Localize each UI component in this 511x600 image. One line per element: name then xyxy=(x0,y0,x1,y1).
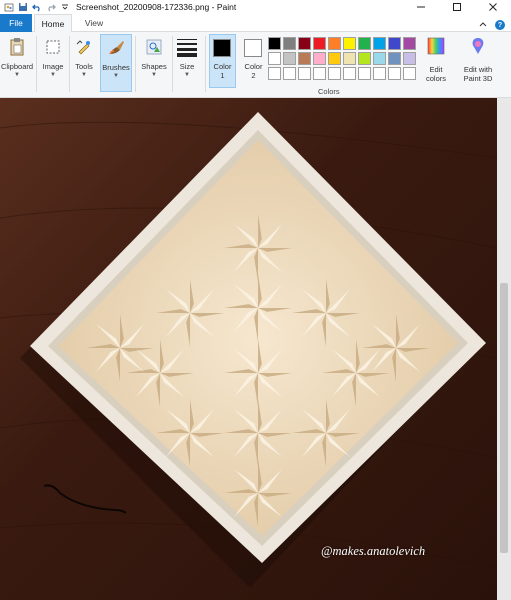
chevron-down-icon: ▼ xyxy=(184,72,190,78)
color2-swatch xyxy=(244,39,262,57)
quick-access-toolbar xyxy=(0,0,70,14)
clipboard-label: Clipboard xyxy=(0,62,34,71)
chevron-down-icon: ▼ xyxy=(151,72,157,78)
color1-label: Color 1 xyxy=(213,62,232,80)
watermark-text: @makes.anatolevich xyxy=(321,544,426,558)
palette-swatch[interactable] xyxy=(388,52,401,65)
palette-swatch[interactable] xyxy=(268,67,281,80)
window-controls xyxy=(403,0,511,14)
minimize-icon[interactable] xyxy=(403,0,439,14)
edit-colors-label: Edit colors xyxy=(425,65,446,83)
tools-label: Tools xyxy=(75,62,93,71)
paint3d-icon xyxy=(468,36,488,61)
brushes-button[interactable]: Brushes ▼ xyxy=(100,34,132,92)
shapes-group[interactable]: Shapes ▼ xyxy=(138,34,170,92)
divider xyxy=(135,36,136,92)
help-icon[interactable]: ? xyxy=(495,20,505,30)
palette-swatch[interactable] xyxy=(283,67,296,80)
image-select-icon xyxy=(42,36,64,58)
clipboard-group[interactable]: Clipboard ▼ xyxy=(0,34,34,92)
colors-group-label: Colors xyxy=(318,87,340,96)
shapes-icon xyxy=(143,36,165,58)
paint-window: Screenshot_20200908-172336.png - Paint F… xyxy=(0,0,511,600)
palette-swatch[interactable] xyxy=(358,37,371,50)
maximize-icon[interactable] xyxy=(439,0,475,14)
palette-swatch[interactable] xyxy=(373,52,386,65)
image-group[interactable]: Image ▼ xyxy=(38,34,68,92)
tab-view[interactable]: View xyxy=(76,14,112,32)
chevron-down-icon: ▼ xyxy=(113,73,119,79)
vertical-scrollbar[interactable] xyxy=(497,98,511,600)
palette-swatch[interactable] xyxy=(403,67,416,80)
palette-swatch[interactable] xyxy=(283,52,296,65)
chevron-down-icon: ▼ xyxy=(14,72,20,78)
color-palette xyxy=(268,37,416,80)
divider xyxy=(36,36,37,92)
palette-swatch[interactable] xyxy=(313,37,326,50)
palette-swatch[interactable] xyxy=(313,67,326,80)
clipboard-icon xyxy=(6,36,28,58)
palette-swatch[interactable] xyxy=(328,37,341,50)
palette-swatch[interactable] xyxy=(298,37,311,50)
palette-swatch[interactable] xyxy=(373,67,386,80)
size-button[interactable]: Size ▼ xyxy=(173,34,201,92)
wood-carving-photo xyxy=(0,98,497,600)
ribbon-tab-row: File Home View ? xyxy=(0,14,511,33)
palette-swatch[interactable] xyxy=(358,67,371,80)
color1-swatch xyxy=(213,39,231,57)
divider xyxy=(205,36,206,92)
palette-swatch[interactable] xyxy=(388,37,401,50)
tools-icon xyxy=(73,36,95,58)
undo-icon[interactable] xyxy=(31,2,42,13)
chevron-down-icon: ▼ xyxy=(81,72,87,78)
close-icon[interactable] xyxy=(475,0,511,14)
tab-home[interactable]: Home xyxy=(34,14,72,33)
canvas-area[interactable]: @makes.anatolevich xyxy=(0,98,511,600)
scrollbar-thumb[interactable] xyxy=(500,283,508,553)
tools-group[interactable]: Tools ▼ xyxy=(70,34,98,92)
paint-app-icon xyxy=(3,2,14,13)
palette-swatch[interactable] xyxy=(388,67,401,80)
palette-swatch[interactable] xyxy=(313,52,326,65)
palette-swatch[interactable] xyxy=(358,52,371,65)
palette-swatch[interactable] xyxy=(328,52,341,65)
window-title: Screenshot_20200908-172336.png - Paint xyxy=(76,2,237,12)
palette-swatch[interactable] xyxy=(373,37,386,50)
brush-icon xyxy=(105,37,127,59)
shapes-label: Shapes xyxy=(141,62,167,71)
redo-icon[interactable] xyxy=(45,2,56,13)
edit-colors-icon xyxy=(426,36,446,61)
palette-swatch[interactable] xyxy=(268,52,281,65)
tab-file[interactable]: File xyxy=(0,14,32,32)
palette-swatch[interactable] xyxy=(268,37,281,50)
color2-label: Color 2 xyxy=(244,62,263,80)
palette-swatch[interactable] xyxy=(328,67,341,80)
chevron-down-icon: ▼ xyxy=(50,72,56,78)
edit-with-paint3d-button[interactable]: Edit with Paint 3D xyxy=(456,36,500,88)
customize-chevron-icon[interactable] xyxy=(59,2,70,13)
palette-swatch[interactable] xyxy=(283,37,296,50)
edit-paint3d-label: Edit with Paint 3D xyxy=(463,65,493,83)
palette-swatch[interactable] xyxy=(343,67,356,80)
image-label: Image xyxy=(42,62,64,71)
palette-swatch[interactable] xyxy=(298,52,311,65)
edit-colors-button[interactable]: Edit colors xyxy=(422,36,450,88)
palette-swatch[interactable] xyxy=(403,52,416,65)
line-size-icon xyxy=(176,36,198,58)
save-icon[interactable] xyxy=(17,2,28,13)
size-label: Size xyxy=(179,62,195,71)
palette-swatch[interactable] xyxy=(343,37,356,50)
palette-swatch[interactable] xyxy=(298,67,311,80)
palette-swatch[interactable] xyxy=(403,37,416,50)
title-bar: Screenshot_20200908-172336.png - Paint xyxy=(0,0,511,14)
brushes-label: Brushes xyxy=(102,63,130,72)
palette-swatch[interactable] xyxy=(343,52,356,65)
